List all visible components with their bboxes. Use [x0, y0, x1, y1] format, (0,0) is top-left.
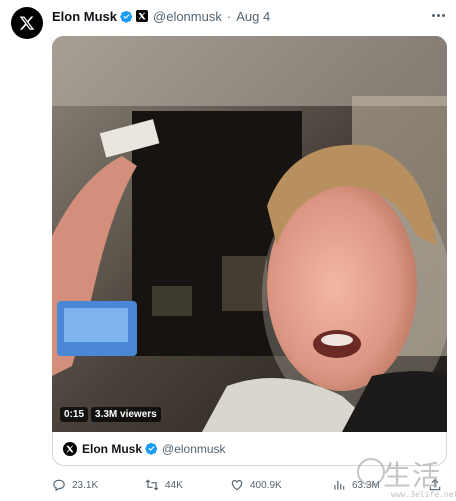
video-duration: 0:15	[60, 407, 89, 422]
watermark-url: www.3elife.net	[391, 490, 456, 499]
retweet-button[interactable]: 44K	[145, 478, 183, 492]
x-logo-icon	[66, 445, 74, 452]
more-icon[interactable]	[430, 8, 446, 22]
retweet-icon	[145, 479, 159, 491]
video-frame	[52, 36, 447, 432]
x-affiliation-icon	[136, 10, 149, 22]
quoted-author-handle: @elonmusk	[162, 441, 226, 456]
verified-icon	[145, 442, 158, 455]
like-button[interactable]: 400.9K	[230, 478, 282, 492]
reply-count: 23.1K	[72, 479, 99, 491]
tweet-date[interactable]: Aug 4	[236, 9, 270, 24]
verified-icon	[120, 10, 133, 23]
quoted-avatar	[63, 441, 77, 456]
watermark-logo-icon	[357, 458, 385, 486]
separator: ·	[226, 8, 232, 24]
quoted-author-name: Elon Musk	[82, 441, 143, 456]
site-watermark: 生活 www.3elife.net	[355, 452, 456, 501]
reply-icon	[53, 479, 65, 492]
retweet-count: 44K	[165, 479, 183, 491]
video-meta: 0:15 3.3M viewers	[60, 407, 161, 422]
watermark-text: 生活	[383, 459, 442, 492]
reply-button[interactable]: 23.1K	[52, 478, 98, 492]
video-viewers: 3.3M viewers	[91, 407, 161, 422]
author-name[interactable]: Elon Musk	[52, 9, 117, 24]
like-icon	[231, 480, 243, 491]
author-handle[interactable]: @elonmusk	[153, 9, 222, 24]
video-player[interactable]: 0:15 3.3M viewers	[52, 36, 447, 432]
x-logo-icon	[19, 16, 35, 30]
tweet-header: Elon Musk @elonmusk · Aug 4	[52, 8, 270, 24]
views-icon	[334, 480, 345, 490]
like-count: 400.9K	[250, 479, 282, 491]
author-avatar[interactable]	[11, 7, 43, 39]
